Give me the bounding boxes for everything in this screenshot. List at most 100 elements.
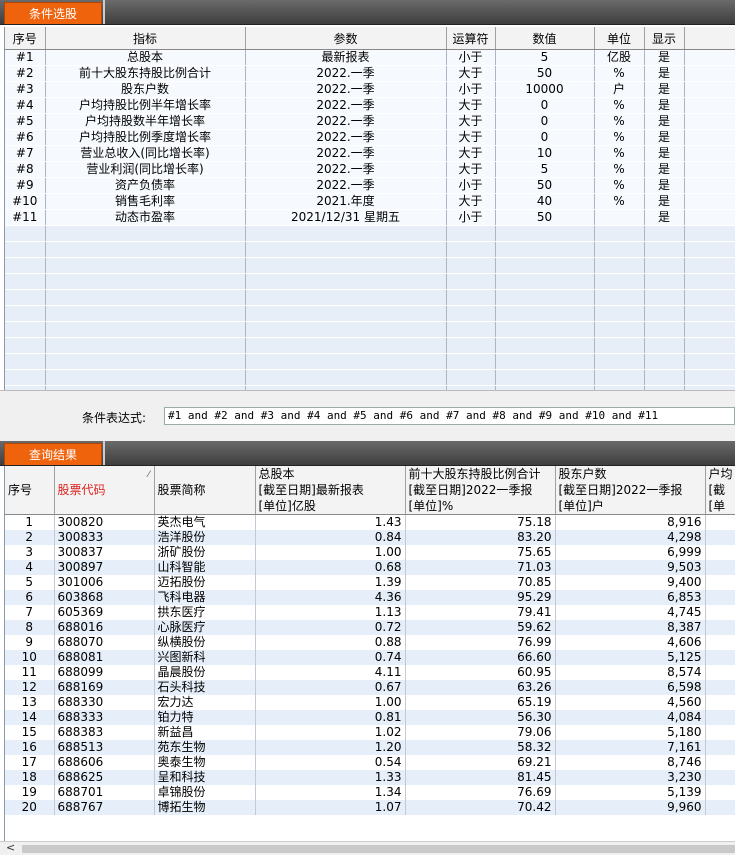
stock-name: 山科智能 [154, 560, 255, 575]
tab-results[interactable]: 查询结果 [4, 443, 102, 465]
expression-bar: 条件表达式: #1 and #2 and #3 and #4 and #5 an… [0, 390, 735, 441]
res-header-holders[interactable]: 股东户数 [截至日期]2022一季报 [单位]户 [555, 466, 705, 515]
total-shares: 1.43 [255, 515, 405, 531]
table-row[interactable]: 5301006迈拓股份1.3970.859,400 [5, 575, 735, 590]
table-row[interactable]: 7605369拱东医疗1.1379.414,745 [5, 605, 735, 620]
cond-value: 50 [495, 210, 594, 226]
scrollbar-thumb[interactable] [22, 845, 735, 853]
cond-indicator: 前十大股东持股比例合计 [45, 66, 245, 82]
stock-name: 迈拓股份 [154, 575, 255, 590]
stock-name: 博拓生物 [154, 800, 255, 815]
conditions-header-row: 序号 指标 参数 运算符 数值 单位 显示 [5, 27, 735, 50]
empty-row[interactable] [5, 338, 735, 354]
table-row[interactable]: 2300833浩洋股份0.8483.204,298 [5, 530, 735, 545]
row-seq: 12 [5, 680, 54, 695]
top10-ratio: 65.19 [405, 695, 555, 710]
cond-seq: #9 [5, 178, 45, 194]
expression-input[interactable]: #1 and #2 and #3 and #4 and #5 and #6 an… [164, 407, 735, 425]
row-seq: 3 [5, 545, 54, 560]
empty-row[interactable] [5, 258, 735, 274]
stock-code: 301006 [54, 575, 154, 590]
stock-code: 688513 [54, 740, 154, 755]
condition-row[interactable]: #2前十大股东持股比例合计2022.一季大于50%是 [5, 66, 735, 82]
table-row[interactable]: 15688383新益昌1.0279.065,180 [5, 725, 735, 740]
cond-show: 是 [644, 50, 684, 66]
condition-row[interactable]: #7营业总收入(同比增长率)2022.一季大于10%是 [5, 146, 735, 162]
res-header-holders-date: [截至日期]2022一季报 [559, 482, 705, 498]
table-row[interactable]: 1300820英杰电气1.4375.188,916 [5, 515, 735, 531]
tab-conditions[interactable]: 条件选股 [4, 2, 102, 24]
table-row[interactable]: 11688099晶晨股份4.1160.958,574 [5, 665, 735, 680]
table-row[interactable]: 18688625呈和科技1.3381.453,230 [5, 770, 735, 785]
condition-row[interactable]: #11动态市盈率2021/12/31 星期五小于50是 [5, 210, 735, 226]
cond-blank [684, 82, 735, 98]
cond-header-indicator[interactable]: 指标 [45, 27, 245, 50]
table-row[interactable]: 16688513苑东生物1.2058.327,161 [5, 740, 735, 755]
row-seq: 14 [5, 710, 54, 725]
empty-row[interactable] [5, 370, 735, 386]
stock-code: 688767 [54, 800, 154, 815]
empty-row[interactable] [5, 290, 735, 306]
cond-unit [594, 354, 644, 370]
row-seq: 17 [5, 755, 54, 770]
res-header-seq[interactable]: 序号 [5, 466, 54, 515]
condition-row[interactable]: #9资产负债率2022.一季小于50%是 [5, 178, 735, 194]
table-row[interactable]: 12688169石头科技0.6763.266,598 [5, 680, 735, 695]
top10-ratio: 76.69 [405, 785, 555, 800]
table-row[interactable]: 6603868飞科电器4.3695.296,853 [5, 590, 735, 605]
res-header-total-shares[interactable]: 总股本 [截至日期]最新报表 [单位]亿股 [255, 466, 405, 515]
empty-row[interactable] [5, 226, 735, 242]
cond-header-value[interactable]: 数值 [495, 27, 594, 50]
scroll-left-icon[interactable]: < [6, 841, 15, 854]
cond-operator: 大于 [446, 146, 495, 162]
cond-header-seq[interactable]: 序号 [5, 27, 45, 50]
table-row[interactable]: 8688016心脉医疗0.7259.628,387 [5, 620, 735, 635]
stock-code: 300820 [54, 515, 154, 531]
res-header-top10-ratio[interactable]: 前十大股东持股比例合计 [截至日期]2022一季报 [单位]% [405, 466, 555, 515]
condition-row[interactable]: #6户均持股比例季度增长率2022.一季大于0%是 [5, 130, 735, 146]
empty-row[interactable] [5, 306, 735, 322]
res-header-code[interactable]: 股票代码 ⁄ [54, 466, 154, 515]
cond-header-show[interactable]: 显示 [644, 27, 684, 50]
cond-header-operator[interactable]: 运算符 [446, 27, 495, 50]
cond-seq [5, 290, 45, 306]
cond-header-unit[interactable]: 单位 [594, 27, 644, 50]
empty-row[interactable] [5, 274, 735, 290]
table-row[interactable]: 13688330宏力达1.0065.194,560 [5, 695, 735, 710]
cond-blank [684, 194, 735, 210]
avg-holding [705, 635, 735, 650]
empty-row[interactable] [5, 242, 735, 258]
table-row[interactable]: 17688606奥泰生物0.5469.218,746 [5, 755, 735, 770]
table-row[interactable]: 20688767博拓生物1.0770.429,960 [5, 800, 735, 815]
holder-count: 8,746 [555, 755, 705, 770]
cond-operator: 小于 [446, 178, 495, 194]
expression-label: 条件表达式: [82, 409, 146, 426]
condition-row[interactable]: #1总股本最新报表小于5亿股是 [5, 50, 735, 66]
table-row[interactable]: 9688070纵横股份0.8876.994,606 [5, 635, 735, 650]
cond-blank [684, 98, 735, 114]
res-header-name[interactable]: 股票简称 [154, 466, 255, 515]
condition-row[interactable]: #3股东户数2022.一季小于10000户是 [5, 82, 735, 98]
cond-header-param[interactable]: 参数 [245, 27, 446, 50]
table-row[interactable]: 19688701卓锦股份1.3476.695,139 [5, 785, 735, 800]
table-row[interactable]: 10688081兴图新科0.7466.605,125 [5, 650, 735, 665]
holder-count: 9,960 [555, 800, 705, 815]
condition-row[interactable]: #4户均持股比例半年增长率2022.一季大于0%是 [5, 98, 735, 114]
horizontal-scrollbar[interactable]: < [0, 841, 735, 855]
condition-row[interactable]: #10销售毛利率2021.年度大于40%是 [5, 194, 735, 210]
res-header-avg-holding[interactable]: 户均 [截 [单 [705, 466, 735, 515]
cond-operator [446, 354, 495, 370]
empty-row[interactable] [5, 322, 735, 338]
holder-count: 4,606 [555, 635, 705, 650]
table-row[interactable]: 4300897山科智能0.6871.039,503 [5, 560, 735, 575]
cond-unit: % [594, 178, 644, 194]
condition-row[interactable]: #8营业利润(同比增长率)2022.一季大于5%是 [5, 162, 735, 178]
stock-name: 铂力特 [154, 710, 255, 725]
cond-param [245, 338, 446, 354]
res-header-total-shares-date: [截至日期]最新报表 [259, 482, 405, 498]
condition-row[interactable]: #5户均持股数半年增长率2022.一季大于0%是 [5, 114, 735, 130]
cond-seq [5, 306, 45, 322]
table-row[interactable]: 14688333铂力特0.8156.304,084 [5, 710, 735, 725]
table-row[interactable]: 3300837浙矿股份1.0075.656,999 [5, 545, 735, 560]
empty-row[interactable] [5, 354, 735, 370]
